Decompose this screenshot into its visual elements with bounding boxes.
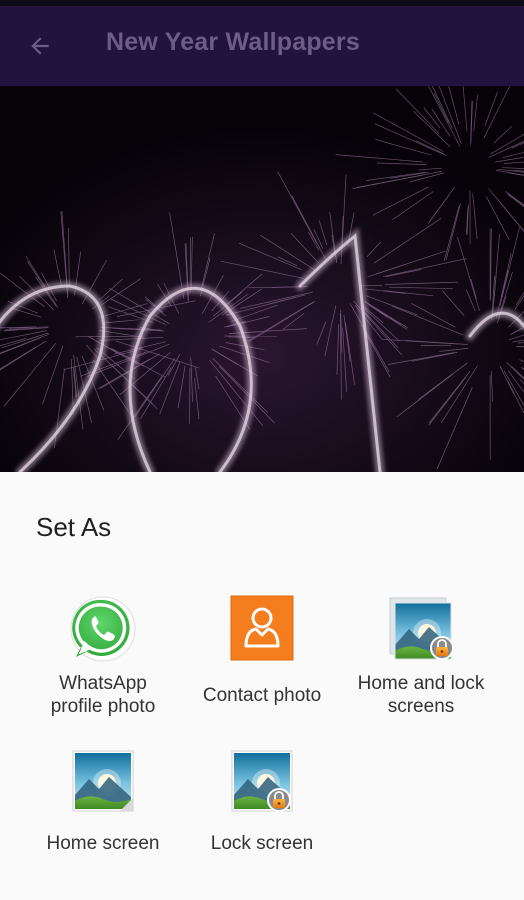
set-as-sheet: Set As WhatsApp profile photo Contact ph… [0,472,524,900]
back-button[interactable] [20,26,60,66]
lock-screen-icon [231,750,293,812]
option-label: Lock screen [210,833,314,854]
option-label-line: screens [387,696,455,717]
app-bar: New Year Wallpapers [0,6,524,86]
wallpaper-preview [0,86,524,472]
sheet-title: Set As [36,512,112,542]
option-label-line: Home and lock [357,673,485,694]
option-label-line: WhatsApp [59,673,147,694]
home-lock-screens-icon [389,597,454,660]
option-label: Home screen [46,833,160,854]
whatsapp-icon [70,596,136,662]
home-screen-icon [72,750,134,812]
arrow-back-icon [31,37,49,55]
option-lock-screen[interactable]: Lock screen [177,746,347,866]
option-contact-photo[interactable]: Contact photo [177,594,347,724]
option-label: Contact photo [202,685,322,706]
sparkler-2017-wallpaper-image [0,86,524,472]
option-label-line: profile photo [50,696,156,717]
option-home-and-lock-screens[interactable]: Home and lock screens [336,594,506,724]
contact-icon [230,595,294,661]
page-title: New Year Wallpapers [106,28,360,56]
option-whatsapp-profile-photo[interactable]: WhatsApp profile photo [18,594,188,724]
option-home-screen[interactable]: Home screen [18,746,188,866]
